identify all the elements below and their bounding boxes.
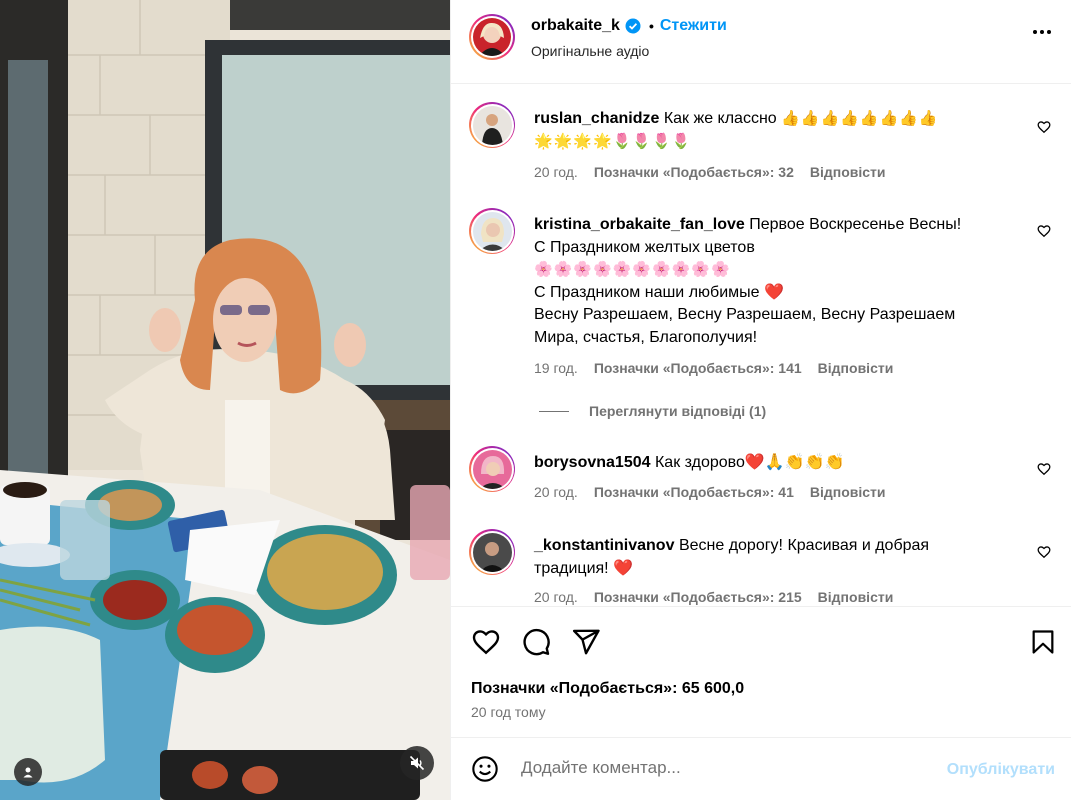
comment-likes[interactable]: Позначки «Подобається»: 32 (594, 164, 794, 180)
comment-text: Весне дорогу! Красивая и добрая (678, 537, 930, 554)
heart-icon (1037, 546, 1051, 559)
likes-count[interactable]: Позначки «Подобається»: 65 600,0 (471, 680, 744, 698)
comment-like-button[interactable] (1037, 224, 1051, 243)
heart-icon (472, 630, 500, 655)
comment-time[interactable]: 20 год. (534, 164, 578, 180)
comment-icon (523, 628, 550, 656)
view-replies-label: Переглянути відповіді (1) (589, 403, 767, 419)
commenter-avatar[interactable] (469, 208, 515, 254)
publish-button[interactable]: Опублікувати (947, 761, 1055, 779)
audio-label[interactable]: Оригінальне аудіо (531, 43, 649, 59)
comment-likes[interactable]: Позначки «Подобається»: 141 (594, 360, 802, 376)
user-tag-icon (23, 767, 33, 778)
mute-icon (409, 755, 425, 771)
tagged-users-button[interactable] (14, 758, 42, 786)
comment-username[interactable]: borysovna1504 (534, 454, 651, 471)
post-time[interactable]: 20 год тому (471, 704, 546, 720)
comment-item: ruslan_chanidze Как же классно 👍👍👍👍👍👍👍👍 … (469, 102, 1059, 192)
comment-text: Мира, счастья, Благополучия! (534, 328, 758, 346)
comment-text: традиция! ❤️ (534, 559, 633, 577)
separator-dot: • (648, 18, 654, 34)
reply-button[interactable]: Відповісти (810, 484, 886, 500)
post-media[interactable] (0, 0, 450, 800)
comment-username[interactable]: _konstantinivanov (534, 537, 674, 554)
commenter-avatar[interactable] (469, 446, 515, 492)
post-photo (0, 0, 450, 800)
comments-list[interactable]: ruslan_chanidze Как же классно 👍👍👍👍👍👍👍👍 … (451, 84, 1071, 606)
comment-time[interactable]: 20 год. (534, 589, 578, 605)
comment-button[interactable] (521, 627, 551, 662)
comment-item: kristina_orbakaite_fan_love Первое Воскр… (469, 208, 1059, 388)
bookmark-icon (1032, 630, 1054, 654)
heart-icon (1037, 463, 1051, 476)
comment-meta: 20 год. Позначки «Подобається»: 215 Відп… (534, 589, 893, 605)
comment-likes[interactable]: Позначки «Подобається»: 215 (594, 589, 802, 605)
divider-line (539, 410, 569, 412)
comment-like-button[interactable] (1037, 462, 1051, 481)
post-actions: Позначки «Подобається»: 65 600,0 20 год … (451, 606, 1071, 738)
save-button[interactable] (1029, 627, 1057, 662)
post-header: orbakaite_k • Стежити Оригінальне аудіо (451, 0, 1071, 84)
comment-emoji: 🌸🌸🌸🌸🌸🌸🌸🌸🌸🌸 (534, 261, 731, 278)
commenter-avatar[interactable] (469, 529, 515, 575)
like-button[interactable] (471, 627, 501, 662)
author-username[interactable]: orbakaite_k (531, 17, 620, 35)
comment-emoji: 👍👍👍👍👍👍👍👍 (781, 110, 939, 127)
comment-username[interactable]: kristina_orbakaite_fan_love (534, 216, 745, 233)
mute-button[interactable] (400, 746, 434, 780)
share-icon (572, 629, 600, 655)
comment-text: С Праздником наши любимые ❤️ (534, 283, 784, 301)
share-button[interactable] (571, 627, 601, 662)
view-replies-button[interactable]: Переглянути відповіді (1) (539, 403, 766, 419)
add-comment-bar: Опублікувати (451, 738, 1071, 800)
comment-text: Как здорово❤️🙏👏👏👏 (654, 454, 845, 471)
comment-username[interactable]: ruslan_chanidze (534, 110, 659, 127)
comment-item: _konstantinivanov Весне дорогу! Красивая… (469, 529, 1059, 606)
comment-item: borysovna1504 Как здорово❤️🙏👏👏👏 20 год. … (469, 446, 1059, 506)
comment-text: Весну Разрешаем, Весну Разрешаем, Весну … (534, 306, 956, 323)
author-avatar[interactable] (469, 14, 515, 60)
comment-emoji: 🌟🌟🌟🌟🌷🌷🌷🌷 (534, 132, 692, 150)
emoji-icon (472, 756, 498, 782)
comment-likes[interactable]: Позначки «Подобається»: 41 (594, 484, 794, 500)
heart-icon (1037, 121, 1051, 134)
comment-time[interactable]: 20 год. (534, 484, 578, 500)
comment-text: Первое Воскресенье Весны! (749, 216, 962, 233)
comment-like-button[interactable] (1037, 120, 1051, 139)
comment-like-button[interactable] (1037, 545, 1051, 564)
verified-icon (625, 18, 641, 34)
comment-text: Как же классно (663, 110, 777, 127)
commenter-avatar[interactable] (469, 102, 515, 148)
follow-button[interactable]: Стежити (660, 17, 727, 35)
comment-meta: 19 год. Позначки «Подобається»: 141 Відп… (534, 360, 893, 376)
comment-time[interactable]: 19 год. (534, 360, 578, 376)
reply-button[interactable]: Відповісти (810, 164, 886, 180)
reply-button[interactable]: Відповісти (818, 589, 894, 605)
reply-button[interactable]: Відповісти (818, 360, 894, 376)
emoji-picker-button[interactable] (471, 755, 499, 788)
comment-text: С Праздником желтых цветов (534, 238, 755, 256)
comment-meta: 20 год. Позначки «Подобається»: 41 Відпо… (534, 484, 886, 500)
post-details-panel: orbakaite_k • Стежити Оригінальне аудіо … (450, 0, 1071, 800)
comment-input[interactable] (521, 758, 921, 778)
more-options-icon[interactable] (1033, 30, 1051, 34)
comment-meta: 20 год. Позначки «Подобається»: 32 Відпо… (534, 164, 886, 180)
heart-icon (1037, 225, 1051, 238)
